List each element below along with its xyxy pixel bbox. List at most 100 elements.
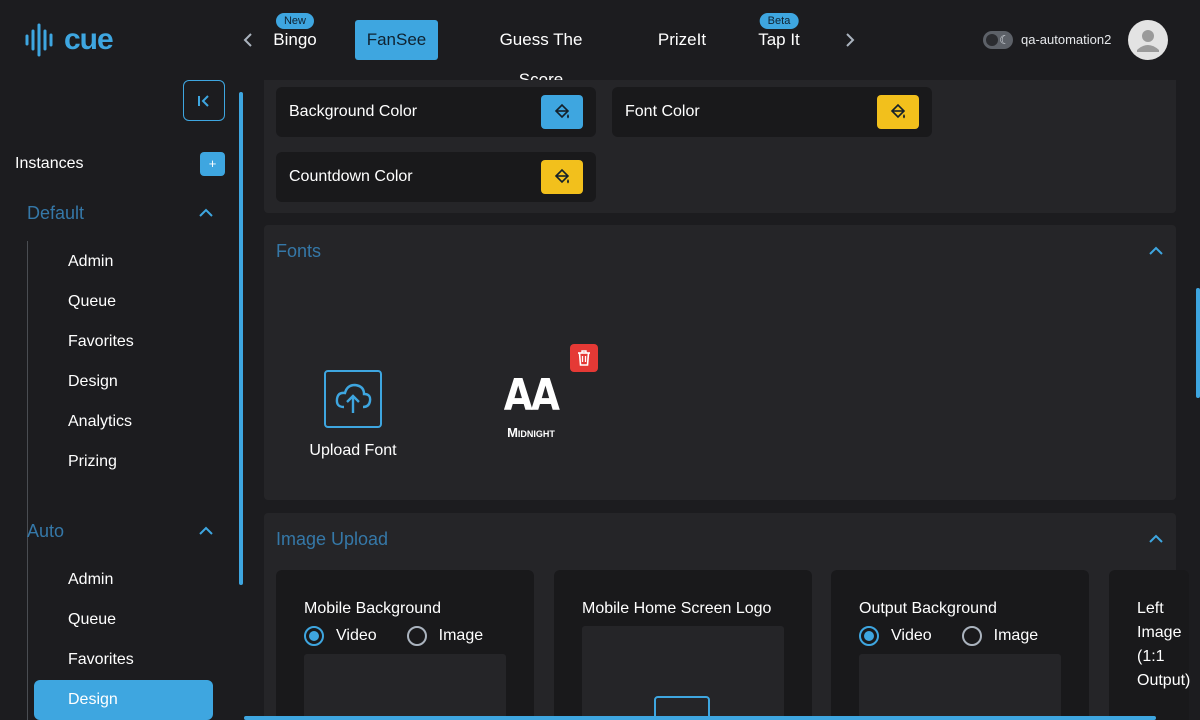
tab-bingo[interactable]: New Bingo <box>273 13 317 60</box>
main-vertical-scrollbar[interactable] <box>1196 288 1200 398</box>
sidebar-item-analytics[interactable]: Analytics <box>68 413 132 431</box>
font-sample: AA <box>503 370 560 421</box>
main-content: Background Color Font Color Countdown Co… <box>244 80 1200 720</box>
output-background-panel: Output Background Video Image <box>831 570 1089 720</box>
paint-bucket-icon <box>554 168 570 184</box>
logo-text: cue <box>64 23 114 56</box>
panel-title: Left Image (1:1 Output) <box>1137 600 1191 689</box>
left-image-panel: Left Image (1:1 Output) <box>1109 570 1190 720</box>
background-color-row: Background Color <box>276 87 596 137</box>
sidebar: Instances + Default Admin Queue Favorite… <box>0 80 244 720</box>
sidebar-item-queue[interactable]: Queue <box>68 611 116 629</box>
font-color-label: Font Color <box>625 103 700 120</box>
chevron-right-icon <box>846 33 855 47</box>
collapse-left-icon <box>198 94 209 107</box>
beta-badge: Beta <box>759 13 799 29</box>
fonts-section-title: Fonts <box>276 241 322 261</box>
font-color-row: Font Color <box>612 87 932 137</box>
tab-label: FanSee <box>366 30 427 49</box>
fonts-card: Fonts Upload Font AA Midnight <box>264 225 1176 500</box>
upload-font-label: Upload Font <box>309 442 397 459</box>
tab-prizeit[interactable]: PrizeIt <box>657 20 707 60</box>
chevron-left-icon <box>243 33 252 47</box>
upload-preview[interactable] <box>859 654 1061 720</box>
nav-prev-button[interactable] <box>240 28 256 52</box>
theme-toggle[interactable]: ☾ <box>983 31 1013 49</box>
mobile-home-logo-panel: Mobile Home Screen Logo <box>554 570 812 720</box>
panel-title: Mobile Background <box>304 600 441 617</box>
tab-label: Tap It <box>758 30 800 49</box>
chevron-up-icon[interactable] <box>196 521 216 541</box>
nav-next-button[interactable] <box>842 28 858 52</box>
countdown-color-swatch[interactable] <box>541 160 583 194</box>
background-color-swatch[interactable] <box>541 95 583 129</box>
image-upload-card: Image Upload Mobile Background Video Ima… <box>264 513 1190 720</box>
avatar[interactable] <box>1128 20 1168 60</box>
instances-label: Instances <box>15 155 84 172</box>
paint-bucket-icon <box>890 103 906 119</box>
tab-tap-it[interactable]: Beta Tap It <box>757 13 801 60</box>
group-divider <box>27 559 28 720</box>
tab-label: PrizeIt <box>657 30 707 49</box>
colors-card: Background Color Font Color Countdown Co… <box>264 80 1176 213</box>
upload-font-button[interactable]: Upload Font <box>308 370 398 460</box>
tab-label: Bingo <box>273 30 317 49</box>
toggle-knob <box>986 34 998 46</box>
sidebar-item-admin[interactable]: Admin <box>68 253 113 271</box>
group-divider <box>27 241 28 561</box>
sidebar-item-admin[interactable]: Admin <box>68 571 113 589</box>
sidebar-item-design-active[interactable]: Design <box>34 680 213 720</box>
sidebar-item-queue[interactable]: Queue <box>68 293 116 311</box>
font-color-swatch[interactable] <box>877 95 919 129</box>
sidebar-item-prizing[interactable]: Prizing <box>68 453 117 471</box>
font-name: Midnight <box>507 425 555 440</box>
add-instance-button[interactable]: + <box>200 152 225 176</box>
countdown-color-row: Countdown Color <box>276 152 596 202</box>
background-color-label: Background Color <box>289 103 418 120</box>
new-badge: New <box>275 13 315 29</box>
user-icon <box>1137 30 1159 52</box>
main-horizontal-scrollbar[interactable] <box>244 716 1156 720</box>
group-title-auto[interactable]: Auto <box>27 521 64 542</box>
sidebar-scrollbar[interactable] <box>239 92 243 585</box>
cue-logo[interactable]: cue <box>24 22 114 58</box>
moon-icon: ☾ <box>999 33 1010 47</box>
panel-title: Mobile Home Screen Logo <box>582 600 772 617</box>
cloud-upload-icon <box>335 383 372 413</box>
upload-preview[interactable] <box>582 626 784 720</box>
chevron-up-icon[interactable] <box>196 203 216 223</box>
group-title-default[interactable]: Default <box>27 203 84 224</box>
top-bar: cue New Bingo FanSee Guess The Score Pri… <box>0 0 1200 89</box>
upload-preview[interactable] <box>304 654 506 720</box>
chevron-up-icon[interactable] <box>1146 241 1166 261</box>
radio-label: Image <box>438 627 484 644</box>
video-radio[interactable] <box>859 626 879 646</box>
image-radio[interactable] <box>961 626 982 646</box>
sidebar-item-favorites[interactable]: Favorites <box>68 333 134 351</box>
media-type-radio-group: Video Image <box>859 626 1068 646</box>
image-radio[interactable] <box>406 626 427 646</box>
radio-label: Video <box>891 627 932 644</box>
tab-fansee[interactable]: FanSee <box>355 20 438 60</box>
soundwave-icon <box>25 23 53 57</box>
username: qa-automation2 <box>1021 32 1112 47</box>
sidebar-item-label: Design <box>68 691 118 708</box>
radio-label: Image <box>993 627 1039 644</box>
radio-label: Video <box>336 627 377 644</box>
font-tile-midnight[interactable]: AA Midnight <box>489 370 573 440</box>
upload-icon-box <box>324 370 382 428</box>
countdown-color-label: Countdown Color <box>289 168 413 185</box>
media-type-radio-group: Video Image <box>304 626 513 646</box>
tab-guess-the-score[interactable]: Guess The Score <box>476 20 606 89</box>
trash-icon <box>578 350 590 366</box>
sidebar-item-design[interactable]: Design <box>68 373 118 391</box>
sidebar-item-favorites[interactable]: Favorites <box>68 651 134 669</box>
paint-bucket-icon <box>554 103 570 119</box>
image-upload-section-title: Image Upload <box>276 529 389 549</box>
mobile-background-panel: Mobile Background Video Image <box>276 570 534 720</box>
collapse-sidebar-button[interactable] <box>183 80 225 121</box>
chevron-up-icon[interactable] <box>1146 529 1166 549</box>
panel-title: Output Background <box>859 600 997 617</box>
video-radio[interactable] <box>304 626 324 646</box>
delete-font-button[interactable] <box>570 344 598 372</box>
